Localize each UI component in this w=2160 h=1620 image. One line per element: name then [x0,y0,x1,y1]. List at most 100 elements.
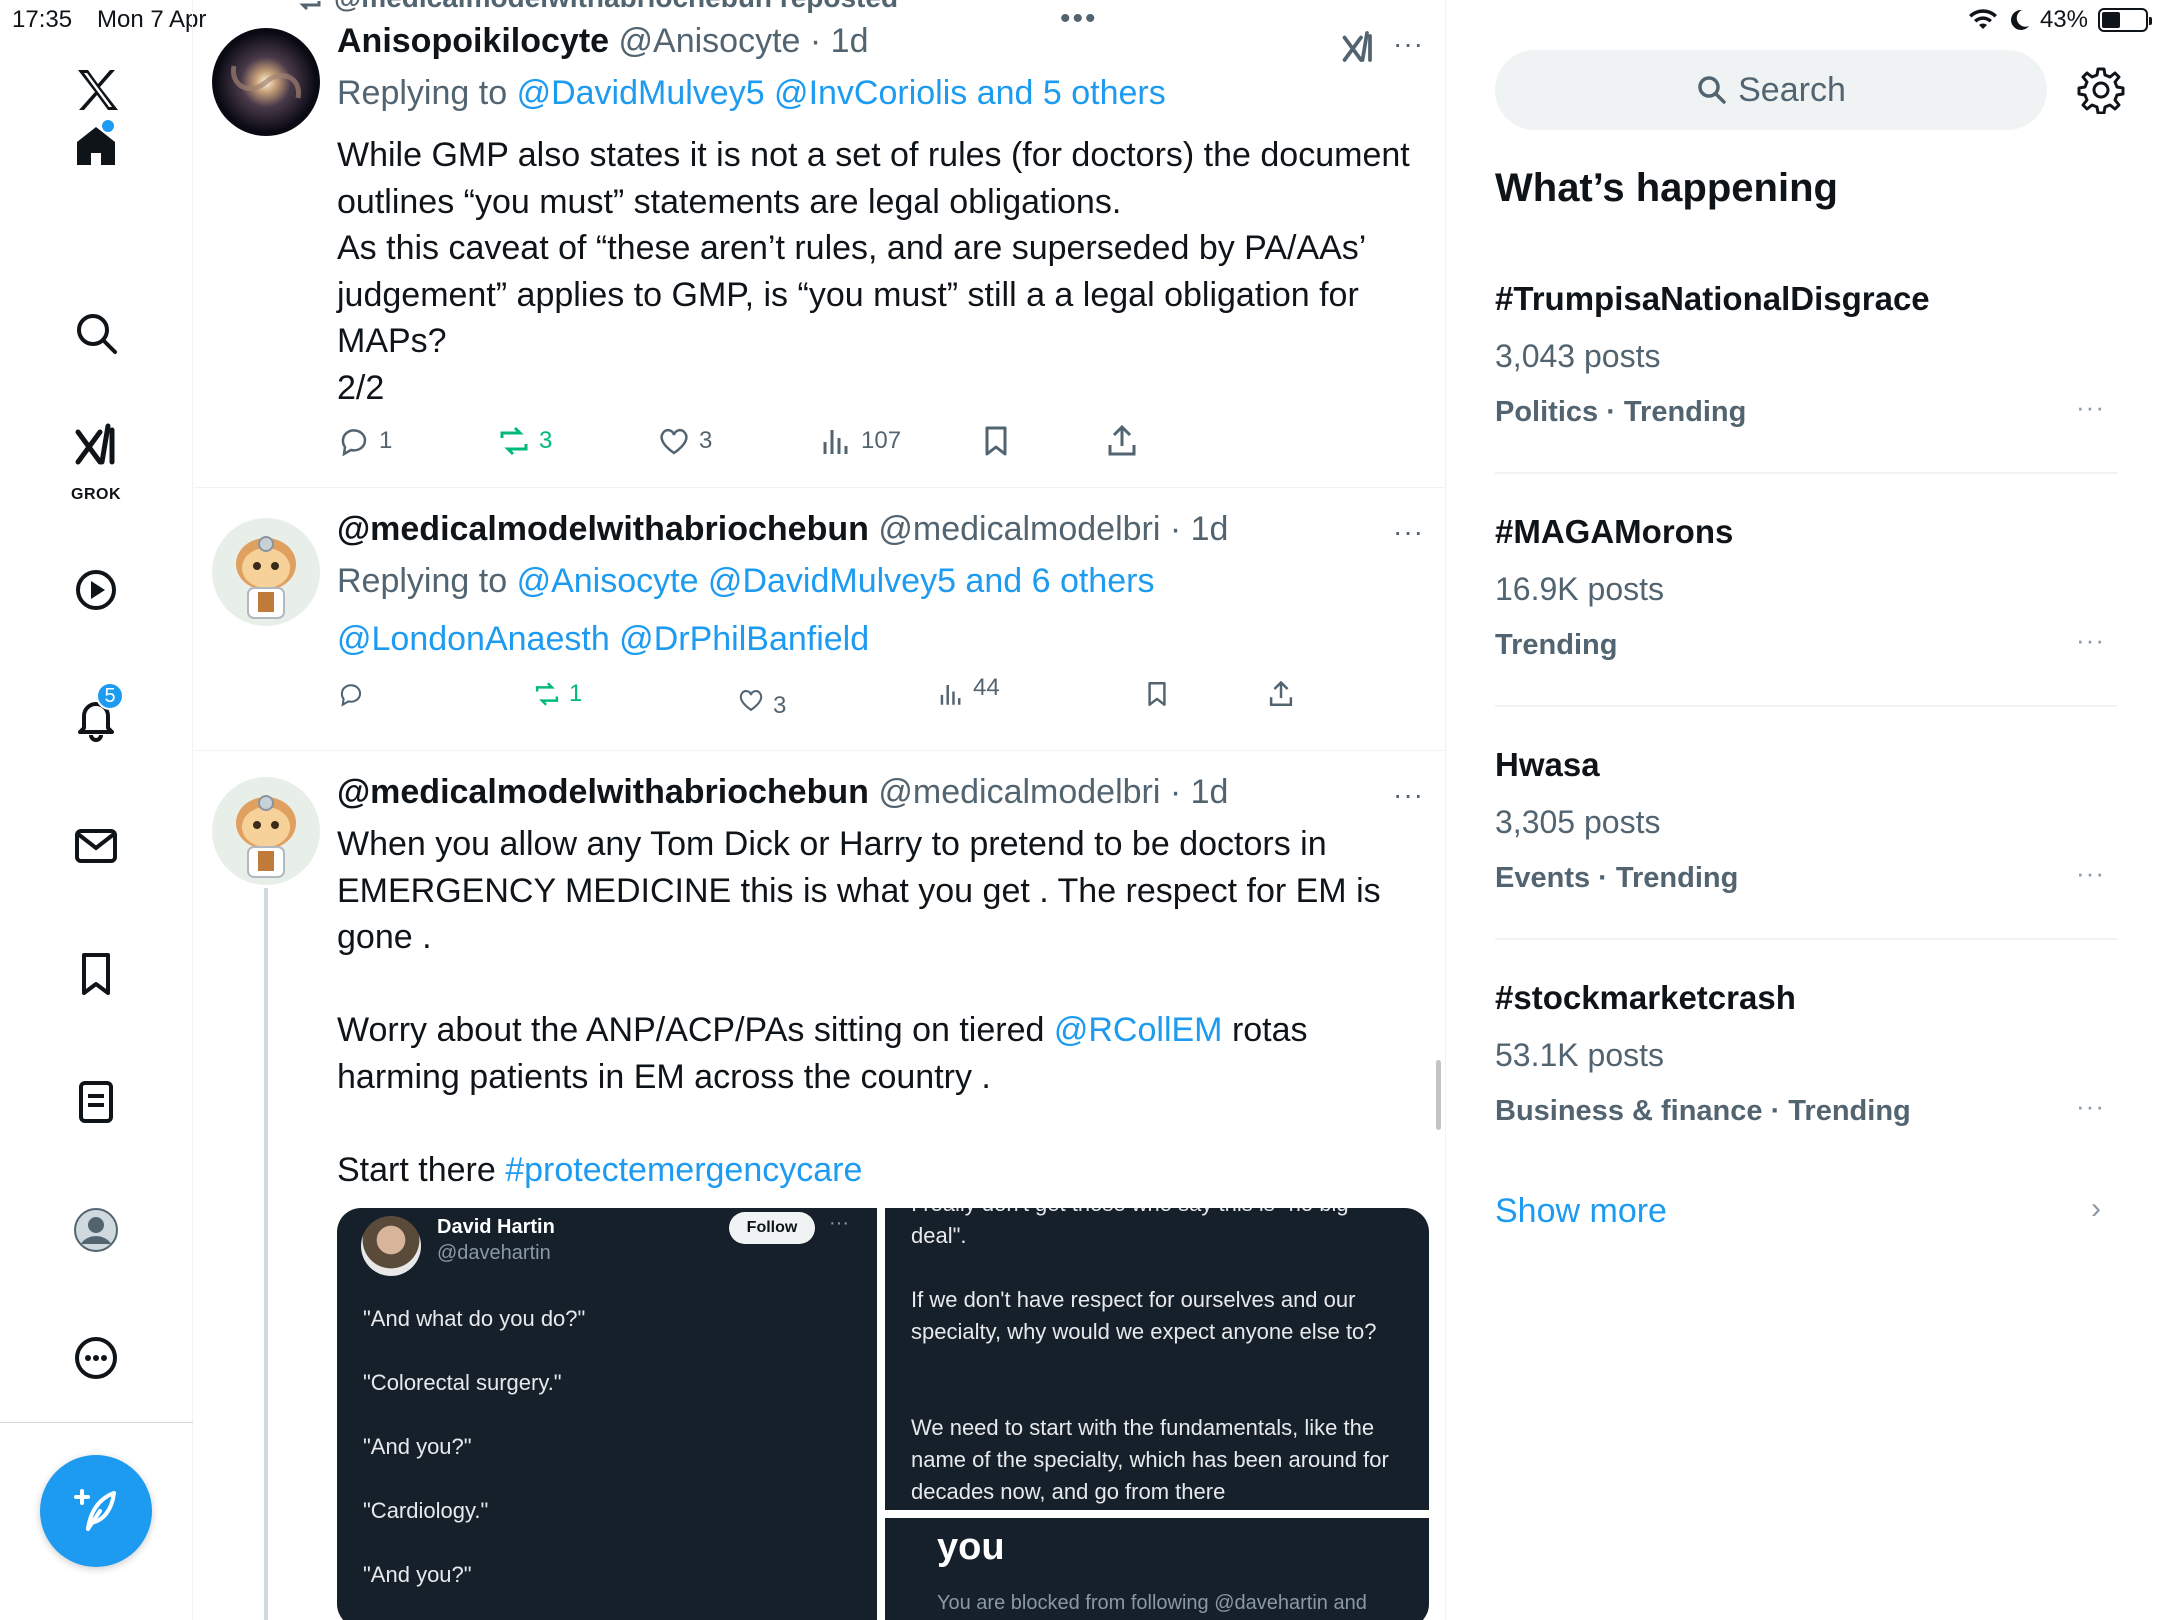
like-button[interactable]: 3 [657,424,712,458]
home-unread-dot [102,120,114,132]
tweet-text: As this caveat of “these aren’t rules, a… [337,229,1366,360]
tweet-header: Anisopoikilocyte @Anisocyte · 1d [337,22,868,61]
author-handle[interactable]: @Anisocyte [619,22,801,60]
repost-button[interactable]: 1 [533,680,582,708]
avatar-icon [74,1208,118,1252]
replying-prefix: Replying to [337,74,508,112]
embedded-line: "And what do you do?" [363,1306,586,1331]
tweet-time[interactable]: · 1d [1170,773,1229,811]
repost-button[interactable]: 3 [497,424,552,458]
heart-icon [739,690,763,712]
nav-lists[interactable] [56,1062,136,1142]
views-icon [823,430,848,454]
reply-button[interactable]: 1 [337,424,392,458]
nav-notifications[interactable]: 5 [56,678,136,758]
tweet-header: @medicalmodelwithabriochebun @medicalmod… [337,773,1228,812]
media-image-right-bottom[interactable]: you You are blocked from following @dave… [885,1518,1429,1620]
tweet-text-3: Start there #protectemergencycare [337,1147,1417,1194]
tweet-body: When you allow any Tom Dick or Harry to … [337,821,1417,1193]
nav-more[interactable] [56,1318,136,1398]
search-placeholder: Search [1738,70,1846,109]
nav-profile[interactable] [56,1190,136,1270]
nav-bookmarks[interactable] [56,934,136,1014]
trend-name: #stockmarketcrash [1495,979,1796,1016]
nav-explore[interactable] [56,293,136,373]
author-name[interactable]: @medicalmodelwithabriochebun [337,773,869,811]
author-name[interactable]: Anisopoikilocyte [337,22,609,60]
tweet-time[interactable]: · 1d [1170,510,1229,548]
avatar[interactable] [212,777,320,885]
more-icon: ··· [829,1212,849,1234]
mention-link[interactable]: @RCollEM [1054,1011,1223,1049]
nav-video[interactable] [56,550,136,630]
hashtag-link[interactable]: #protectemergencycare [505,1151,862,1189]
right-sidebar: Search What’s happening #TrumpisaNationa… [1447,0,2160,1620]
share-button[interactable] [1105,424,1139,458]
trend-more-icon[interactable]: ··· [2076,392,2105,423]
tweet-more-icon[interactable]: ··· [1393,516,1424,548]
author-handle[interactable]: @medicalmodelbri [878,510,1160,548]
media-image-right-top[interactable]: I really don't get those who say this is… [885,1208,1429,1510]
nav-grok[interactable]: GROK [56,410,136,503]
tweet-text: While GMP also states it is not a set of… [337,136,1410,221]
media-image-left[interactable]: David Hartin @davehartin Follow ··· "And… [337,1208,877,1620]
trend-more-icon[interactable]: ··· [2076,625,2105,656]
show-more-link[interactable]: Show more [1495,1192,1667,1231]
share-button[interactable] [1267,680,1295,708]
grok-icon [75,423,115,465]
search-icon [77,314,117,354]
trend-posts: 16.9K posts [1495,571,1664,607]
replying-links[interactable]: @Anisocyte @DavidMulvey5 and 6 others [517,562,1155,600]
search-input[interactable]: Search [1495,50,2047,130]
follow-button: Follow [729,1212,815,1244]
bookmark-button[interactable] [1143,680,1171,708]
trend-posts: 53.1K posts [1495,1037,1664,1073]
mention-links[interactable]: @LondonAnaesth @DrPhilBanfield [337,620,869,659]
trend-more-icon[interactable]: ··· [2076,1091,2105,1122]
trend-name: Hwasa [1495,746,1600,783]
tweet-time[interactable]: · 1d [810,22,869,60]
trend-name: #MAGAMorons [1495,513,1734,550]
gear-icon[interactable] [2077,66,2125,114]
avatar [361,1216,421,1276]
trend-more-icon[interactable]: ··· [2076,858,2105,889]
views-button[interactable]: 44 [937,674,1000,708]
repost-count: 1 [569,680,583,707]
tweet-actions: 1 3 3 107 [337,424,1337,464]
nav-divider [0,1422,193,1423]
like-count: 3 [699,427,713,454]
author-name[interactable]: @medicalmodelwithabriochebun [337,510,869,548]
thread-line [264,888,268,1620]
compose-post-button[interactable] [40,1455,152,1567]
reply-button[interactable] [337,680,365,708]
bookmark-button[interactable] [979,424,1013,458]
reply-icon [340,684,362,707]
avatar[interactable] [212,28,320,136]
tweet-more-icon[interactable]: ··· [1393,779,1424,811]
nav-messages[interactable] [56,806,136,886]
media-right-column: I really don't get those who say this is… [885,1208,1429,1620]
embedded-author-handle: @davehartin [437,1242,551,1264]
timeline: @medicalmodelwithabriochebun reposted ••… [194,0,1446,1620]
embedded-heading: you [937,1526,1005,1568]
tweet-reply-brioche[interactable]: @medicalmodelwithabriochebun @medicalmod… [194,488,1445,750]
nav-home[interactable] [56,106,136,186]
replying-links[interactable]: @DavidMulvey5 @InvCoriolis and 5 others [517,74,1166,112]
like-button[interactable]: 3 [737,680,786,720]
tweet-media[interactable]: David Hartin @davehartin Follow ··· "And… [337,1208,1429,1620]
chevron-right-icon[interactable]: › [2091,1192,2101,1226]
left-navigation: GROK 5 [0,0,193,1620]
view-count: 44 [973,674,1000,701]
scrollbar[interactable] [1436,1060,1441,1130]
embedded-line: "Colorectal surgery." [363,1370,562,1395]
avatar[interactable] [212,518,320,626]
grok-icon[interactable] [1340,30,1376,66]
replying-to: Replying to @DavidMulvey5 @InvCoriolis a… [337,74,1166,113]
mail-icon [75,829,117,863]
embedded-line: "And you?" [363,1434,472,1459]
tweet-anisocyte[interactable]: Anisopoikilocyte @Anisocyte · 1d ··· Rep… [194,0,1445,487]
tweet-more-icon[interactable]: ··· [1393,28,1424,60]
author-handle[interactable]: @medicalmodelbri [878,773,1160,811]
views-button[interactable]: 107 [819,424,901,458]
repost-icon [535,682,559,706]
